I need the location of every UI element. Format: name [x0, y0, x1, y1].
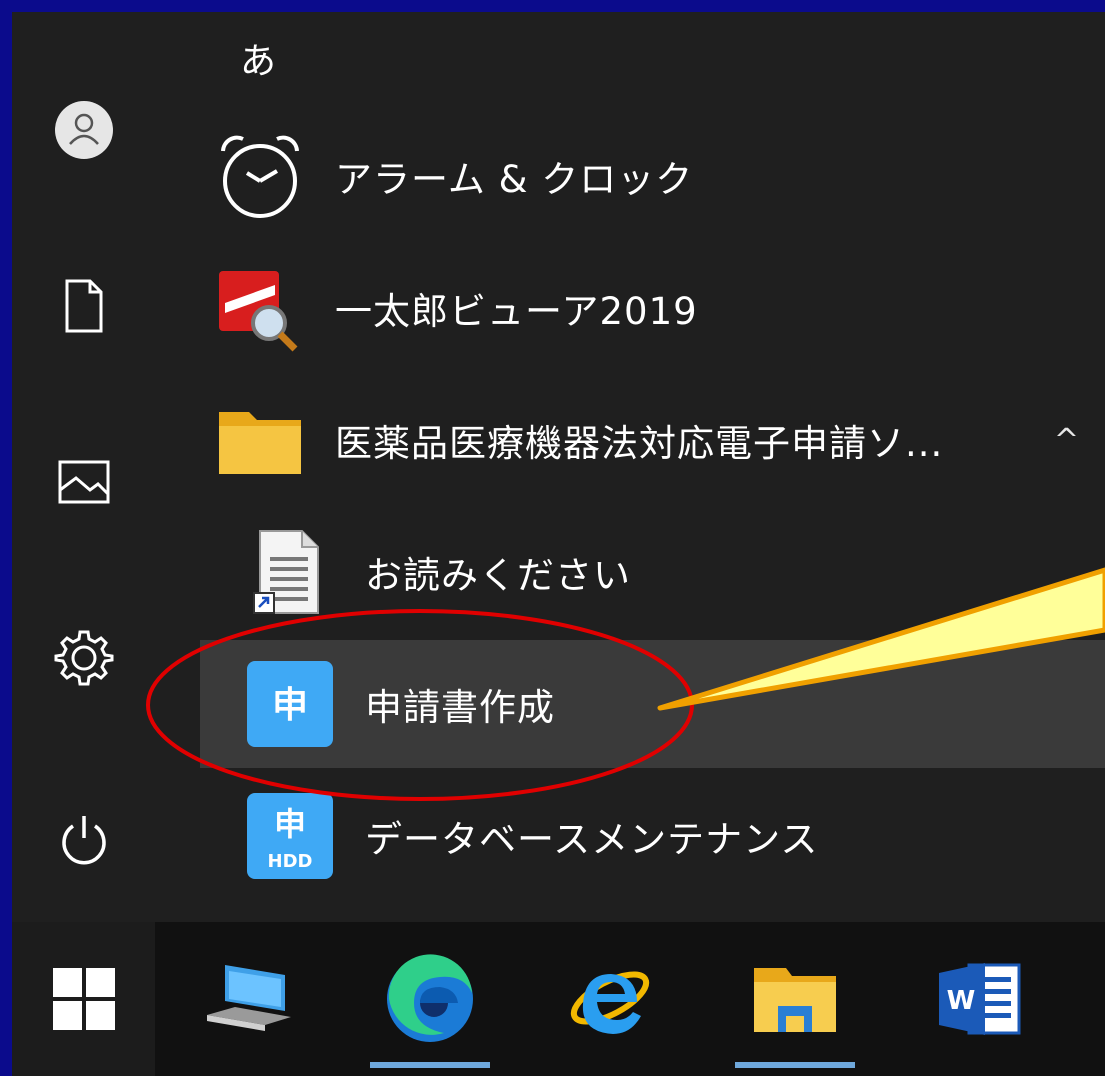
start-button[interactable] [12, 922, 155, 1076]
shinsei-app-icon: 申 [247, 661, 333, 747]
svg-text:申: 申 [272, 685, 308, 726]
alarm-clock-icon [221, 135, 299, 218]
list-item-ichitaro-viewer[interactable]: 一太郎ビューア2019 [200, 244, 1105, 372]
taskbar-app-word[interactable]: W [905, 922, 1055, 1076]
list-item-label: 医薬品医療機器法対応電子申請ソ... [335, 422, 944, 465]
list-item-alarm-clock[interactable]: アラーム & クロック [200, 112, 1105, 240]
svg-text:W: W [947, 986, 976, 1016]
edge-icon [387, 954, 473, 1042]
list-item-label: 申請書作成 [365, 686, 555, 729]
list-item-label: お読みください [365, 554, 631, 597]
active-indicator [735, 1062, 855, 1068]
list-item-label: データベースメンテナンス [365, 818, 819, 861]
taskbar-app-this-pc[interactable] [175, 922, 325, 1076]
database-maintenance-icon: 申 HDD [247, 793, 333, 879]
start-menu-rail [12, 12, 155, 1076]
list-item-shinsei-sakusei[interactable]: 申 申請書作成 [200, 640, 1105, 768]
documents-icon [65, 279, 102, 333]
pictures-button[interactable] [12, 432, 155, 532]
documents-button[interactable] [12, 256, 155, 356]
settings-icon [54, 630, 113, 686]
folder-icon [219, 412, 301, 474]
svg-text:申: 申 [274, 805, 306, 843]
ichitaro-viewer-icon [219, 271, 298, 352]
list-item-label: 一太郎ビューア2019 [335, 290, 698, 333]
internet-explorer-icon [570, 971, 650, 1034]
taskbar-app-internet-explorer[interactable] [535, 922, 685, 1076]
collapse-chevron[interactable]: ^ [1054, 423, 1079, 458]
svg-text:HDD: HDD [268, 851, 313, 872]
power-button[interactable] [12, 790, 155, 890]
file-explorer-icon [754, 968, 836, 1032]
section-letter[interactable]: あ [240, 32, 276, 84]
app-list: あ アラーム & クロック 一太郎ビューア2019 医薬品医療機器法対応電子申請… [155, 12, 1105, 922]
readme-document-icon [253, 530, 319, 614]
this-pc-icon [207, 965, 291, 1031]
active-indicator [370, 1062, 490, 1068]
pictures-icon [58, 460, 109, 504]
user-account-icon [54, 101, 113, 159]
list-item-database-maintenance[interactable]: 申 HDD データベースメンテナンス [200, 772, 1105, 900]
list-item-folder-yakuji[interactable]: 医薬品医療機器法対応電子申請ソ... ^ [200, 376, 1105, 504]
list-item-readme[interactable]: お読みください [200, 508, 1105, 636]
power-icon [61, 816, 106, 865]
taskbar-app-file-explorer[interactable] [720, 922, 870, 1076]
settings-button[interactable] [12, 608, 155, 708]
taskbar: W [155, 922, 1105, 1076]
taskbar-app-edge[interactable] [355, 922, 505, 1076]
word-icon: W [939, 963, 1021, 1035]
user-account-button[interactable] [12, 80, 155, 180]
list-item-label: アラーム & クロック [335, 158, 694, 201]
windows-start-icon [52, 968, 115, 1030]
